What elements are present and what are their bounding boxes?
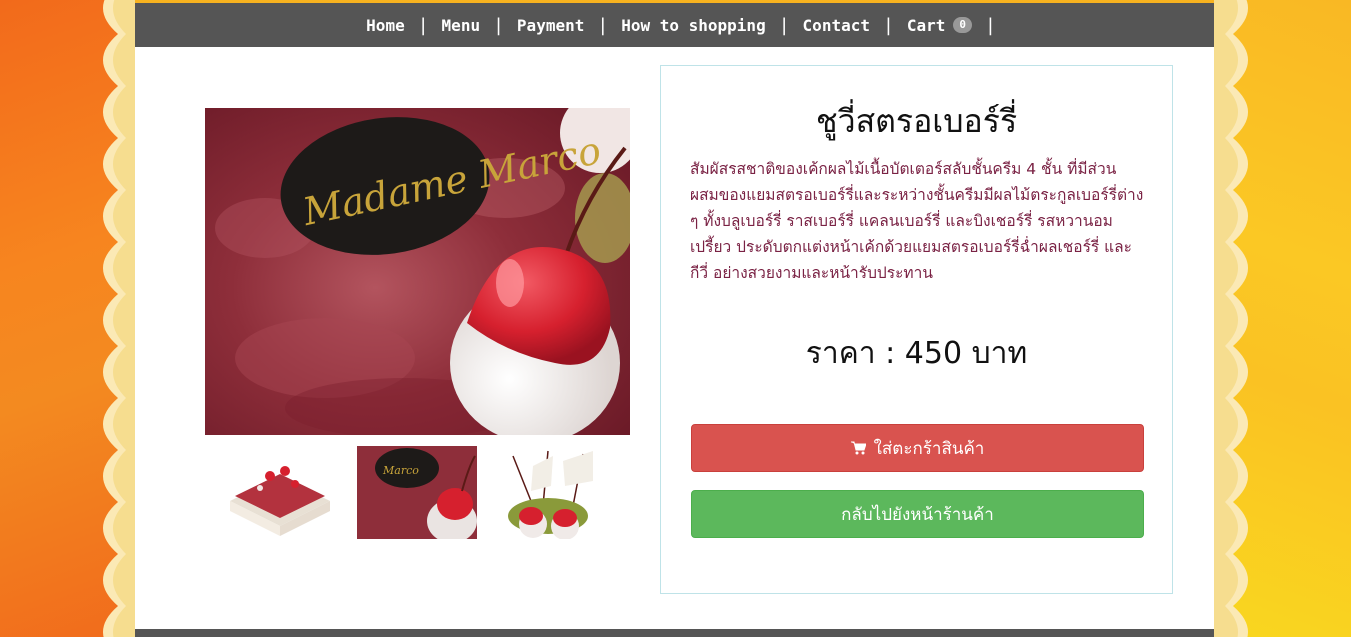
nav-contact[interactable]: Contact (790, 16, 883, 35)
nav-payment[interactable]: Payment (504, 16, 597, 35)
shopping-cart-icon (850, 441, 866, 455)
nav-menu-label: Menu (441, 15, 481, 35)
scallop-border-left (78, 0, 140, 637)
nav-separator: | (493, 14, 504, 36)
nav-home-label: Home (366, 15, 405, 35)
cart-count-badge: 0 (953, 17, 972, 33)
nav-how-to-shopping-label: How to shopping (621, 15, 766, 35)
nav-separator: | (778, 14, 790, 36)
product-description: สัมผัสรสชาติของเค้กผลไม้เนื้อบัตเตอร์สลั… (690, 160, 1144, 282)
back-to-shop-label: กลับไปยังหน้าร้านค้า (841, 504, 994, 525)
nav-menu[interactable]: Menu (429, 16, 494, 35)
product-price: ราคา : 450 บาท (805, 336, 1028, 371)
nav-payment-label: Payment (516, 15, 585, 35)
main-navbar: Home | Menu | Payment | How to shopping … (135, 3, 1214, 47)
nav-cart-label: Cart (906, 15, 946, 35)
product-main-image: Madame Marco (205, 108, 630, 435)
scallop-border-right (1211, 0, 1273, 637)
nav-contact-label: Contact (802, 15, 870, 35)
thumbnail-3[interactable] (493, 446, 613, 539)
nav-home[interactable]: Home (353, 16, 418, 35)
nav-how-to-shopping[interactable]: How to shopping (608, 16, 779, 35)
back-to-shop-button[interactable]: กลับไปยังหน้าร้านค้า (691, 490, 1144, 538)
nav-separator: | (597, 14, 609, 36)
nav-separator: | (882, 14, 894, 36)
thumbnail-1[interactable] (220, 446, 340, 539)
product-title: ชูวี่สตรอเบอร์รี่ (815, 102, 1018, 140)
nav-separator: | (417, 14, 429, 36)
nav-separator: | (984, 14, 996, 36)
footer-bar (135, 629, 1214, 637)
thumbnail-2[interactable]: Marco (357, 446, 477, 539)
svg-text:Marco: Marco (382, 464, 419, 477)
add-to-cart-label: ใส่ตะกร้าสินค้า (873, 438, 985, 459)
nav-cart[interactable]: Cart 0 (894, 16, 985, 35)
add-to-cart-button[interactable]: ใส่ตะกร้าสินค้า (691, 424, 1144, 472)
